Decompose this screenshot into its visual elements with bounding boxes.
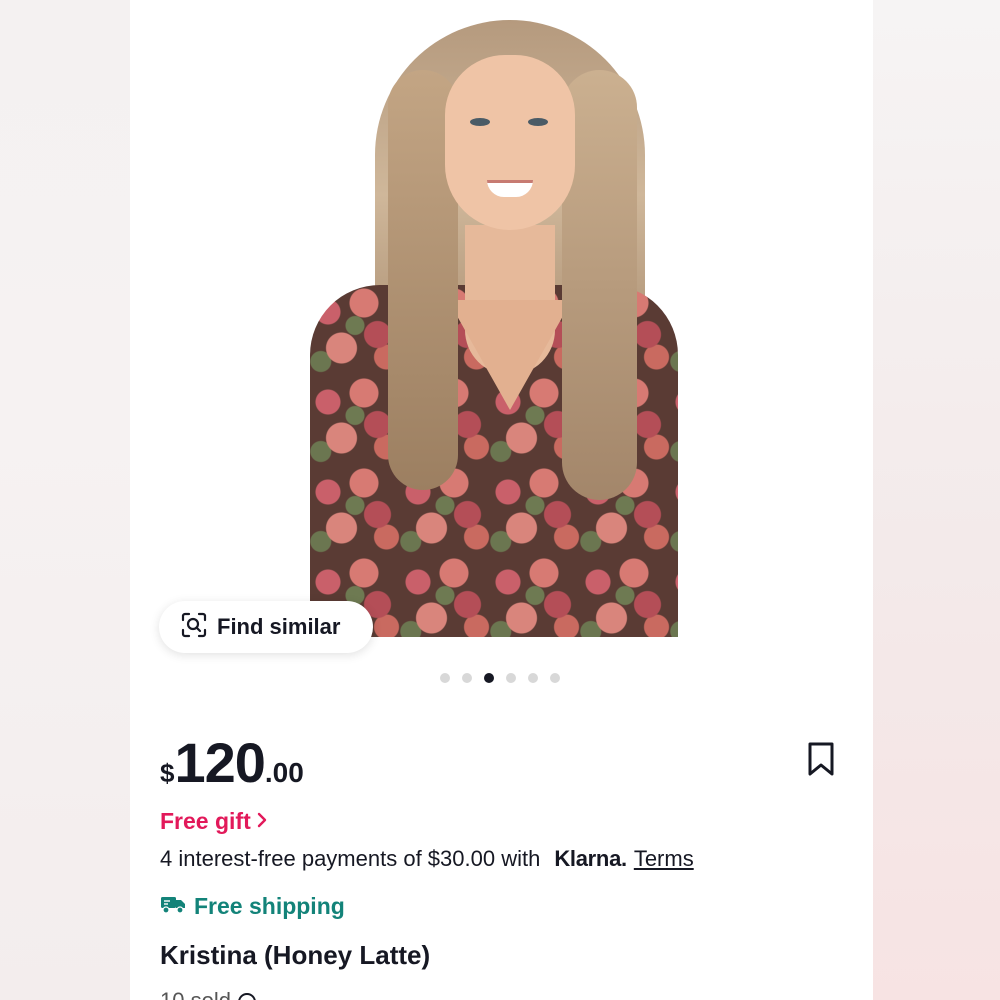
search-similar-icon xyxy=(181,612,207,643)
klarna-logo: Klarna. xyxy=(554,846,627,871)
sold-text: 10 sold xyxy=(160,988,231,1000)
carousel-dot[interactable] xyxy=(462,673,472,683)
bookmark-icon xyxy=(806,742,836,781)
terms-link[interactable]: Terms xyxy=(634,846,694,872)
background-blur-left xyxy=(0,0,130,1000)
free-gift-link[interactable]: Free gift xyxy=(160,808,269,835)
carousel-dot-active[interactable] xyxy=(484,673,494,683)
installment-payments: 4 interest-free payments of $30.00 with … xyxy=(160,846,694,872)
carousel-indicator xyxy=(440,673,560,683)
carousel-dot[interactable] xyxy=(506,673,516,683)
model-face xyxy=(445,55,575,230)
carousel-dot[interactable] xyxy=(440,673,450,683)
product-image[interactable] xyxy=(130,0,873,655)
model-neckline xyxy=(448,300,572,410)
find-similar-label: Find similar xyxy=(217,614,341,639)
carousel-dot[interactable] xyxy=(528,673,538,683)
free-gift-label: Free gift xyxy=(160,808,251,834)
info-icon[interactable] xyxy=(237,988,257,1000)
price-currency: $ xyxy=(160,758,175,788)
find-similar-button[interactable]: Find similar xyxy=(159,601,373,653)
payments-text: 4 interest-free payments of $30.00 with xyxy=(160,846,541,871)
product-price: $ 120 .00 xyxy=(160,730,304,795)
model-eye-right xyxy=(528,118,548,126)
sold-count: 10 sold xyxy=(160,988,257,1000)
bookmark-button[interactable] xyxy=(806,741,836,782)
product-title: Kristina (Honey Latte) xyxy=(160,940,431,970)
price-cents: .00 xyxy=(264,757,304,788)
carousel-dot[interactable] xyxy=(550,673,560,683)
model-eye-left xyxy=(470,118,490,126)
chevron-right-icon xyxy=(255,808,269,835)
background-blur-right xyxy=(873,0,1000,1000)
free-shipping-label: Free shipping xyxy=(194,893,345,919)
truck-icon xyxy=(160,893,186,920)
price-whole: 120 xyxy=(174,731,265,794)
free-shipping-badge: Free shipping xyxy=(160,893,345,920)
product-screen: Find similar $ 120 .00 Free gift 4 inter… xyxy=(130,0,873,1000)
